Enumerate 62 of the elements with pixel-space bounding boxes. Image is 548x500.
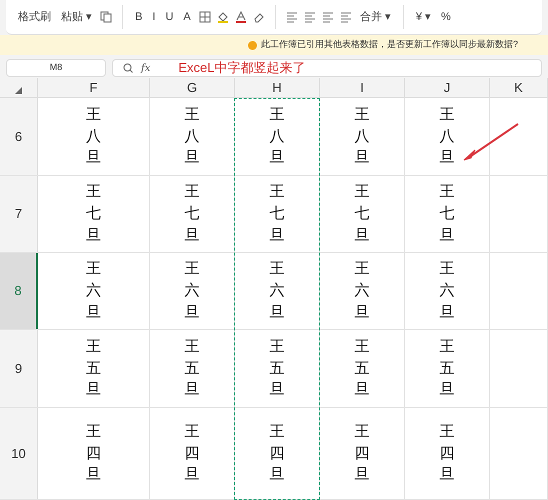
ribbon-button[interactable]: 粘贴 ▾ [59, 8, 94, 26]
cell-text: 王七旦 [354, 181, 370, 246]
cell-text: 王七旦 [184, 181, 200, 246]
cell-text: 王七旦 [270, 181, 284, 246]
row-header[interactable]: 9 [0, 330, 38, 407]
cell-text: 王四旦 [440, 420, 454, 486]
column-header[interactable]: H [235, 78, 320, 97]
ribbon-button[interactable]: 格式刷 [16, 8, 53, 26]
column-header[interactable]: J [405, 78, 490, 97]
font-color-icon[interactable] [234, 11, 247, 23]
cell-text: 王六旦 [184, 258, 200, 323]
ribbon-button[interactable]: U [163, 8, 176, 26]
eraser-icon[interactable] [252, 11, 265, 23]
align-icon[interactable] [340, 11, 352, 23]
cell-text: 王四旦 [270, 420, 284, 486]
cell-text: 王六旦 [440, 258, 454, 323]
border-icon[interactable] [198, 11, 211, 23]
column-header[interactable]: K [490, 78, 548, 97]
name-box[interactable]: M8 [6, 59, 106, 77]
cell-text: 王八旦 [184, 104, 200, 168]
cell-text: 王五旦 [86, 336, 101, 400]
align-icon[interactable] [286, 11, 298, 23]
function-label[interactable]: fx [141, 60, 150, 76]
arrow-annotation [462, 122, 520, 162]
align-icon[interactable] [304, 11, 316, 23]
row-header[interactable]: 6 [0, 98, 38, 175]
select-all-icon[interactable] [15, 87, 22, 94]
cell-text: 王四旦 [86, 420, 101, 486]
ribbon-button[interactable]: A [181, 8, 193, 26]
row-header[interactable]: 7 [0, 176, 38, 252]
ribbon-button[interactable]: B [133, 8, 144, 26]
cell-text: 王四旦 [354, 420, 370, 486]
cell-text: 王八旦 [270, 104, 284, 168]
column-header[interactable]: I [320, 78, 405, 97]
row-header[interactable]: 8 [0, 253, 38, 329]
notification-text: 此工作簿已引用其他表格数据，是否更新工作簿以同步最新数据? [260, 38, 518, 52]
cell-text: 王八旦 [86, 104, 101, 168]
column-header[interactable]: G [150, 78, 235, 97]
cell-text: 王八旦 [354, 104, 370, 168]
ribbon-button[interactable]: % [439, 8, 453, 26]
cell-text: 王八旦 [440, 104, 454, 168]
ribbon-button[interactable]: ¥ ▾ [414, 8, 434, 26]
cell-text: 王七旦 [86, 181, 101, 246]
cell-text: 王五旦 [184, 336, 200, 400]
cell-text: 王五旦 [354, 336, 370, 400]
info-icon [248, 40, 257, 50]
cell-text: 王六旦 [86, 258, 101, 323]
cell-text: 王四旦 [184, 420, 200, 486]
ribbon-button[interactable]: 合并 ▾ [358, 8, 393, 26]
cell-text: 王七旦 [440, 181, 454, 246]
cell-text: 王五旦 [270, 336, 284, 400]
cell-text: 王五旦 [440, 336, 454, 400]
fill-bucket-icon[interactable] [216, 11, 229, 23]
align-icon[interactable] [322, 11, 334, 23]
ribbon-button[interactable]: I [150, 8, 158, 26]
row-header[interactable]: 10 [0, 408, 38, 499]
column-header[interactable]: F [38, 78, 150, 97]
zoom-icon[interactable] [123, 63, 133, 73]
cell-text: 王六旦 [354, 258, 370, 323]
copy-icon[interactable] [100, 11, 112, 23]
cell-text: 王六旦 [270, 258, 284, 323]
formula-value[interactable]: ExceL中字都竖起来了 [178, 58, 306, 78]
